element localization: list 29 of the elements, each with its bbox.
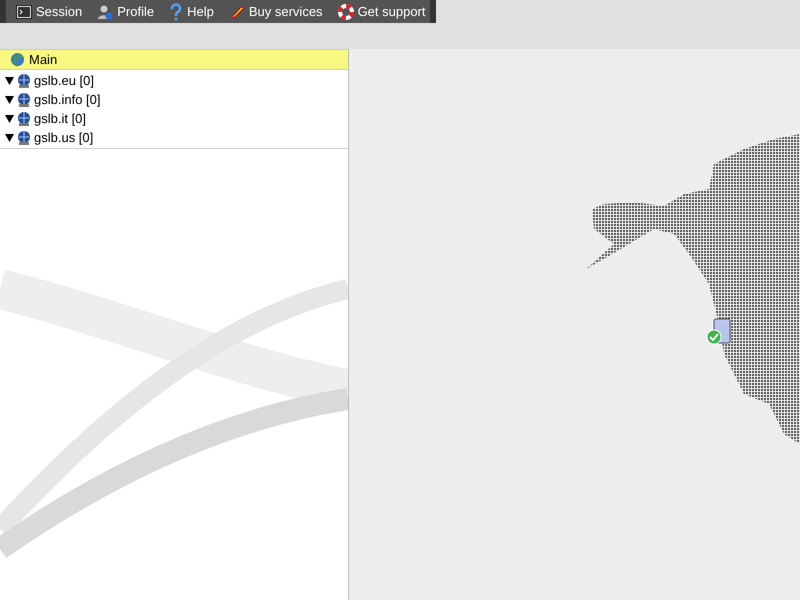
expand-triangle-icon[interactable] [5, 95, 14, 104]
tree-item-label: gslb.eu [0] [34, 72, 94, 90]
user-info-icon [97, 4, 114, 20]
lifebuoy-icon [338, 4, 354, 20]
help-icon [169, 2, 184, 20]
expand-triangle-icon[interactable] [5, 133, 14, 142]
server-globe-icon [16, 72, 32, 88]
expand-triangle-icon[interactable] [5, 76, 14, 85]
tree-item[interactable]: gslb.eu [0] [0, 71, 348, 90]
tree-item-label: gslb.it [0] [34, 110, 86, 128]
server-globe-icon [16, 92, 32, 108]
rocket-icon [228, 4, 245, 20]
toolbar-button[interactable]: Profile [97, 2, 154, 22]
tree-item[interactable]: gslb.us [0] [0, 128, 348, 147]
root-label: Main [29, 50, 58, 69]
toolbar-button[interactable]: Get support [338, 2, 426, 22]
tree-root[interactable]: Main [0, 49, 348, 70]
tree-item-label: gslb.us [0] [34, 128, 94, 147]
tree-item-label: gslb.info [0] [34, 90, 100, 109]
server-globe-icon [16, 130, 32, 146]
toolbar-button[interactable]: Help [169, 2, 214, 22]
globe-icon [10, 52, 25, 67]
tree-item[interactable]: gslb.it [0] [0, 109, 348, 128]
tree-item[interactable]: gslb.info [0] [0, 90, 348, 109]
server-globe-icon [16, 110, 32, 126]
terminal-icon [16, 4, 32, 18]
toolbar-button[interactable]: Session [16, 2, 82, 22]
expand-triangle-icon[interactable] [5, 114, 14, 123]
toolbar-button[interactable]: Buy services [228, 2, 323, 22]
